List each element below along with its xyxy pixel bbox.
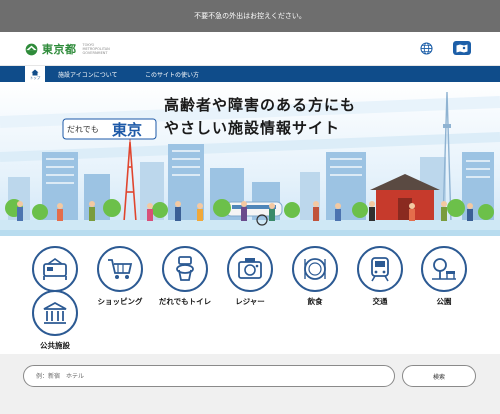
globe-icon[interactable] [420,42,433,55]
hero-title-line1: 高齢者や障害のある方にも [164,96,357,114]
shopping-cart-icon [108,259,133,279]
nav-item-how-to-use[interactable]: このサイトの使い方 [145,66,199,82]
toilet-icon [176,256,194,281]
map-icon [456,44,468,52]
category-leisure[interactable]: レジャー [220,246,280,307]
hero-badge-small: だれでも [67,125,99,134]
logo-name: 東京都 [42,43,77,56]
home-icon [31,69,39,75]
category-dining[interactable]: 飲食 [285,246,345,307]
category-label: ショッピング [97,297,143,306]
tokyo-logo-icon [25,43,38,55]
park-icon [432,258,456,280]
nav-home[interactable]: トップ [25,66,45,82]
main-nav: トップ 施設アイコンについて このサイトの使い方 [0,66,500,82]
nav-item-icon-info[interactable]: 施設アイコンについて [58,66,118,82]
category-toilet[interactable]: だれでもトイレ [155,246,215,307]
category-label: 飲食 [307,297,323,306]
site-logo[interactable]: 東京都 TOKYO METROPOLITAN GOVERNMENT [25,41,110,57]
category-park[interactable]: 公園 [414,246,474,307]
category-circle [292,246,338,292]
hero-badge: だれでも 東京 [62,118,157,140]
category-label: レジャー [235,297,265,306]
search-bar: 検索 [0,354,500,414]
nav-home-label: トップ [29,75,41,80]
hotel-bed-icon [43,258,67,280]
hero-badge-big: 東京 [112,121,143,139]
notice-bar: 不要不急の外出はお控えください。 [0,0,500,32]
train-icon [371,257,389,282]
hero-title: 高齢者や障害のある方にも やさしい施設情報サイト [164,94,356,140]
category-circle [227,246,273,292]
hero-banner: だれでも 東京 高齢者や障害のある方にも やさしい施設情報サイト [0,82,500,236]
category-public-facility[interactable]: 公共施設 [25,290,85,351]
search-button[interactable]: 検索 [402,365,476,387]
category-hotel[interactable] [25,246,85,296]
notice-text: 不要不急の外出はお控えください。 [194,12,306,20]
leisure-icon [238,258,262,279]
category-label: 公共施設 [40,341,70,350]
hero-title-line2: やさしい施設情報サイト [164,119,341,137]
category-label: 公園 [436,297,452,306]
category-circle [97,246,143,292]
category-label: だれでもトイレ [158,297,212,306]
category-circle [421,246,467,292]
category-circle [357,246,403,292]
map-button[interactable] [453,41,471,55]
search-input[interactable] [23,365,395,387]
logo-subtitle: TOKYO METROPOLITAN GOVERNMENT [82,43,110,55]
category-transport[interactable]: 交通 [350,246,410,307]
category-grid: ショッピング だれでもトイレ レジャー 飲食 交通 公園 公共施設 [0,236,500,354]
category-label: 交通 [372,297,388,306]
public-facility-icon [43,301,67,324]
category-shopping[interactable]: ショッピング [90,246,150,307]
category-circle [162,246,208,292]
category-circle [32,290,78,336]
dining-icon [304,258,326,280]
category-circle [32,246,78,292]
site-header: 東京都 TOKYO METROPOLITAN GOVERNMENT [0,32,500,66]
